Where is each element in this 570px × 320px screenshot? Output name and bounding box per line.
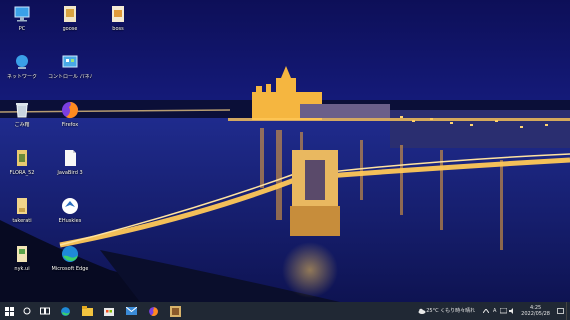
desktop-icon-label: nyk.ui xyxy=(14,266,30,272)
desktop-icon-edge[interactable]: Microsoft Edge xyxy=(48,244,92,286)
show-hidden-icons-button[interactable] xyxy=(481,302,490,320)
chevron-up-icon xyxy=(482,309,489,313)
document-icon xyxy=(112,6,124,22)
desktop-icon-label: takerati xyxy=(12,218,32,224)
desktop-icon-firefox[interactable]: Firefox xyxy=(48,100,92,142)
search-icon xyxy=(23,307,31,315)
folder-icon xyxy=(64,6,76,22)
search-button[interactable] xyxy=(18,302,36,320)
store-icon xyxy=(104,308,114,316)
ime-mode: A xyxy=(492,308,497,314)
show-desktop-button[interactable] xyxy=(566,302,570,320)
clock[interactable]: 4:25 2022/05/28 xyxy=(521,305,550,317)
desktop-icon-takerati[interactable]: takerati xyxy=(0,196,44,238)
desktop-icon-nyk[interactable]: nyk.ui xyxy=(0,244,44,286)
app-icon xyxy=(62,198,78,214)
desktop-icon-label: PC xyxy=(18,26,26,32)
taskbar-mail[interactable] xyxy=(120,302,142,320)
desktop-icon-label: JavaBird 3 xyxy=(57,170,83,176)
taskbar-app[interactable] xyxy=(164,302,186,320)
taskbar: 25°C くもり時々晴れ A 4:25 2022/05/28 xyxy=(0,302,570,320)
desktop-icon-recycle-bin[interactable]: ごみ箱 xyxy=(0,100,44,142)
desktop-icon-label: Microsoft Edge xyxy=(51,266,89,272)
firefox-icon xyxy=(62,102,79,119)
desktop-icon-flora[interactable]: FLORA_52 xyxy=(0,148,44,190)
desktop-icon-goose[interactable]: goose xyxy=(48,4,92,46)
weather-widget[interactable] xyxy=(417,302,426,320)
file-icon xyxy=(17,198,27,214)
desktop-icon-network[interactable]: ネットワーク xyxy=(0,52,44,94)
desktop-icon-label: Firefox xyxy=(61,122,79,128)
desktop-icon-ehuskies[interactable]: EHuskies xyxy=(48,196,92,238)
desktop-icon-boss[interactable]: boss xyxy=(96,4,140,46)
edge-icon xyxy=(60,306,70,316)
speaker-icon xyxy=(509,308,514,314)
desktop-icon-label: FLORA_52 xyxy=(9,170,35,176)
desktop-icon-javabird[interactable]: JavaBird 3 xyxy=(48,148,92,190)
network-icon xyxy=(500,308,508,314)
cloud-icon xyxy=(418,308,426,314)
task-view-button[interactable] xyxy=(36,302,54,320)
clock-date: 2022/05/28 xyxy=(521,311,550,317)
weather-text[interactable]: 25°C くもり時々晴れ xyxy=(426,308,475,314)
control-panel-icon xyxy=(62,55,78,68)
file-icon xyxy=(17,246,27,262)
firefox-icon xyxy=(148,306,158,316)
notification-icon xyxy=(556,307,564,314)
file-explorer-icon xyxy=(81,306,93,316)
recycle-bin-icon xyxy=(16,103,28,118)
desktop-icon-label: ごみ箱 xyxy=(14,122,30,128)
desktop-icon-label: goose xyxy=(62,26,78,32)
start-button[interactable] xyxy=(0,302,18,320)
mail-icon xyxy=(125,307,137,315)
desktop: PC goose boss ネットワーク コントロール パネル ごみ箱 Fire… xyxy=(0,0,570,302)
taskbar-store[interactable] xyxy=(98,302,120,320)
network-icon xyxy=(16,55,28,69)
document-icon xyxy=(65,150,76,166)
edge-icon xyxy=(62,246,78,262)
system-tray: 25°C くもり時々晴れ A 4:25 2022/05/28 xyxy=(417,302,570,320)
app-icon xyxy=(169,305,181,317)
pc-icon xyxy=(14,6,30,22)
desktop-icon-pc[interactable]: PC xyxy=(0,4,44,46)
taskbar-edge[interactable] xyxy=(54,302,76,320)
task-view-icon xyxy=(40,307,50,315)
desktop-icon-label: boss xyxy=(112,26,124,32)
taskbar-file-explorer[interactable] xyxy=(76,302,98,320)
desktop-icon-control-panel[interactable]: コントロール パネル xyxy=(48,52,92,94)
ime-indicator[interactable]: A xyxy=(490,302,499,320)
folder-icon xyxy=(17,150,27,166)
notification-button[interactable] xyxy=(554,302,566,320)
start-icon xyxy=(4,306,14,316)
desktop-icon-label: コントロール パネル xyxy=(48,74,92,80)
desktop-icon-label: ネットワーク xyxy=(6,74,37,80)
desktop-icon-label: EHuskies xyxy=(58,218,82,224)
taskbar-firefox[interactable] xyxy=(142,302,164,320)
network-tray-button[interactable] xyxy=(499,302,508,320)
volume-button[interactable] xyxy=(508,302,517,320)
